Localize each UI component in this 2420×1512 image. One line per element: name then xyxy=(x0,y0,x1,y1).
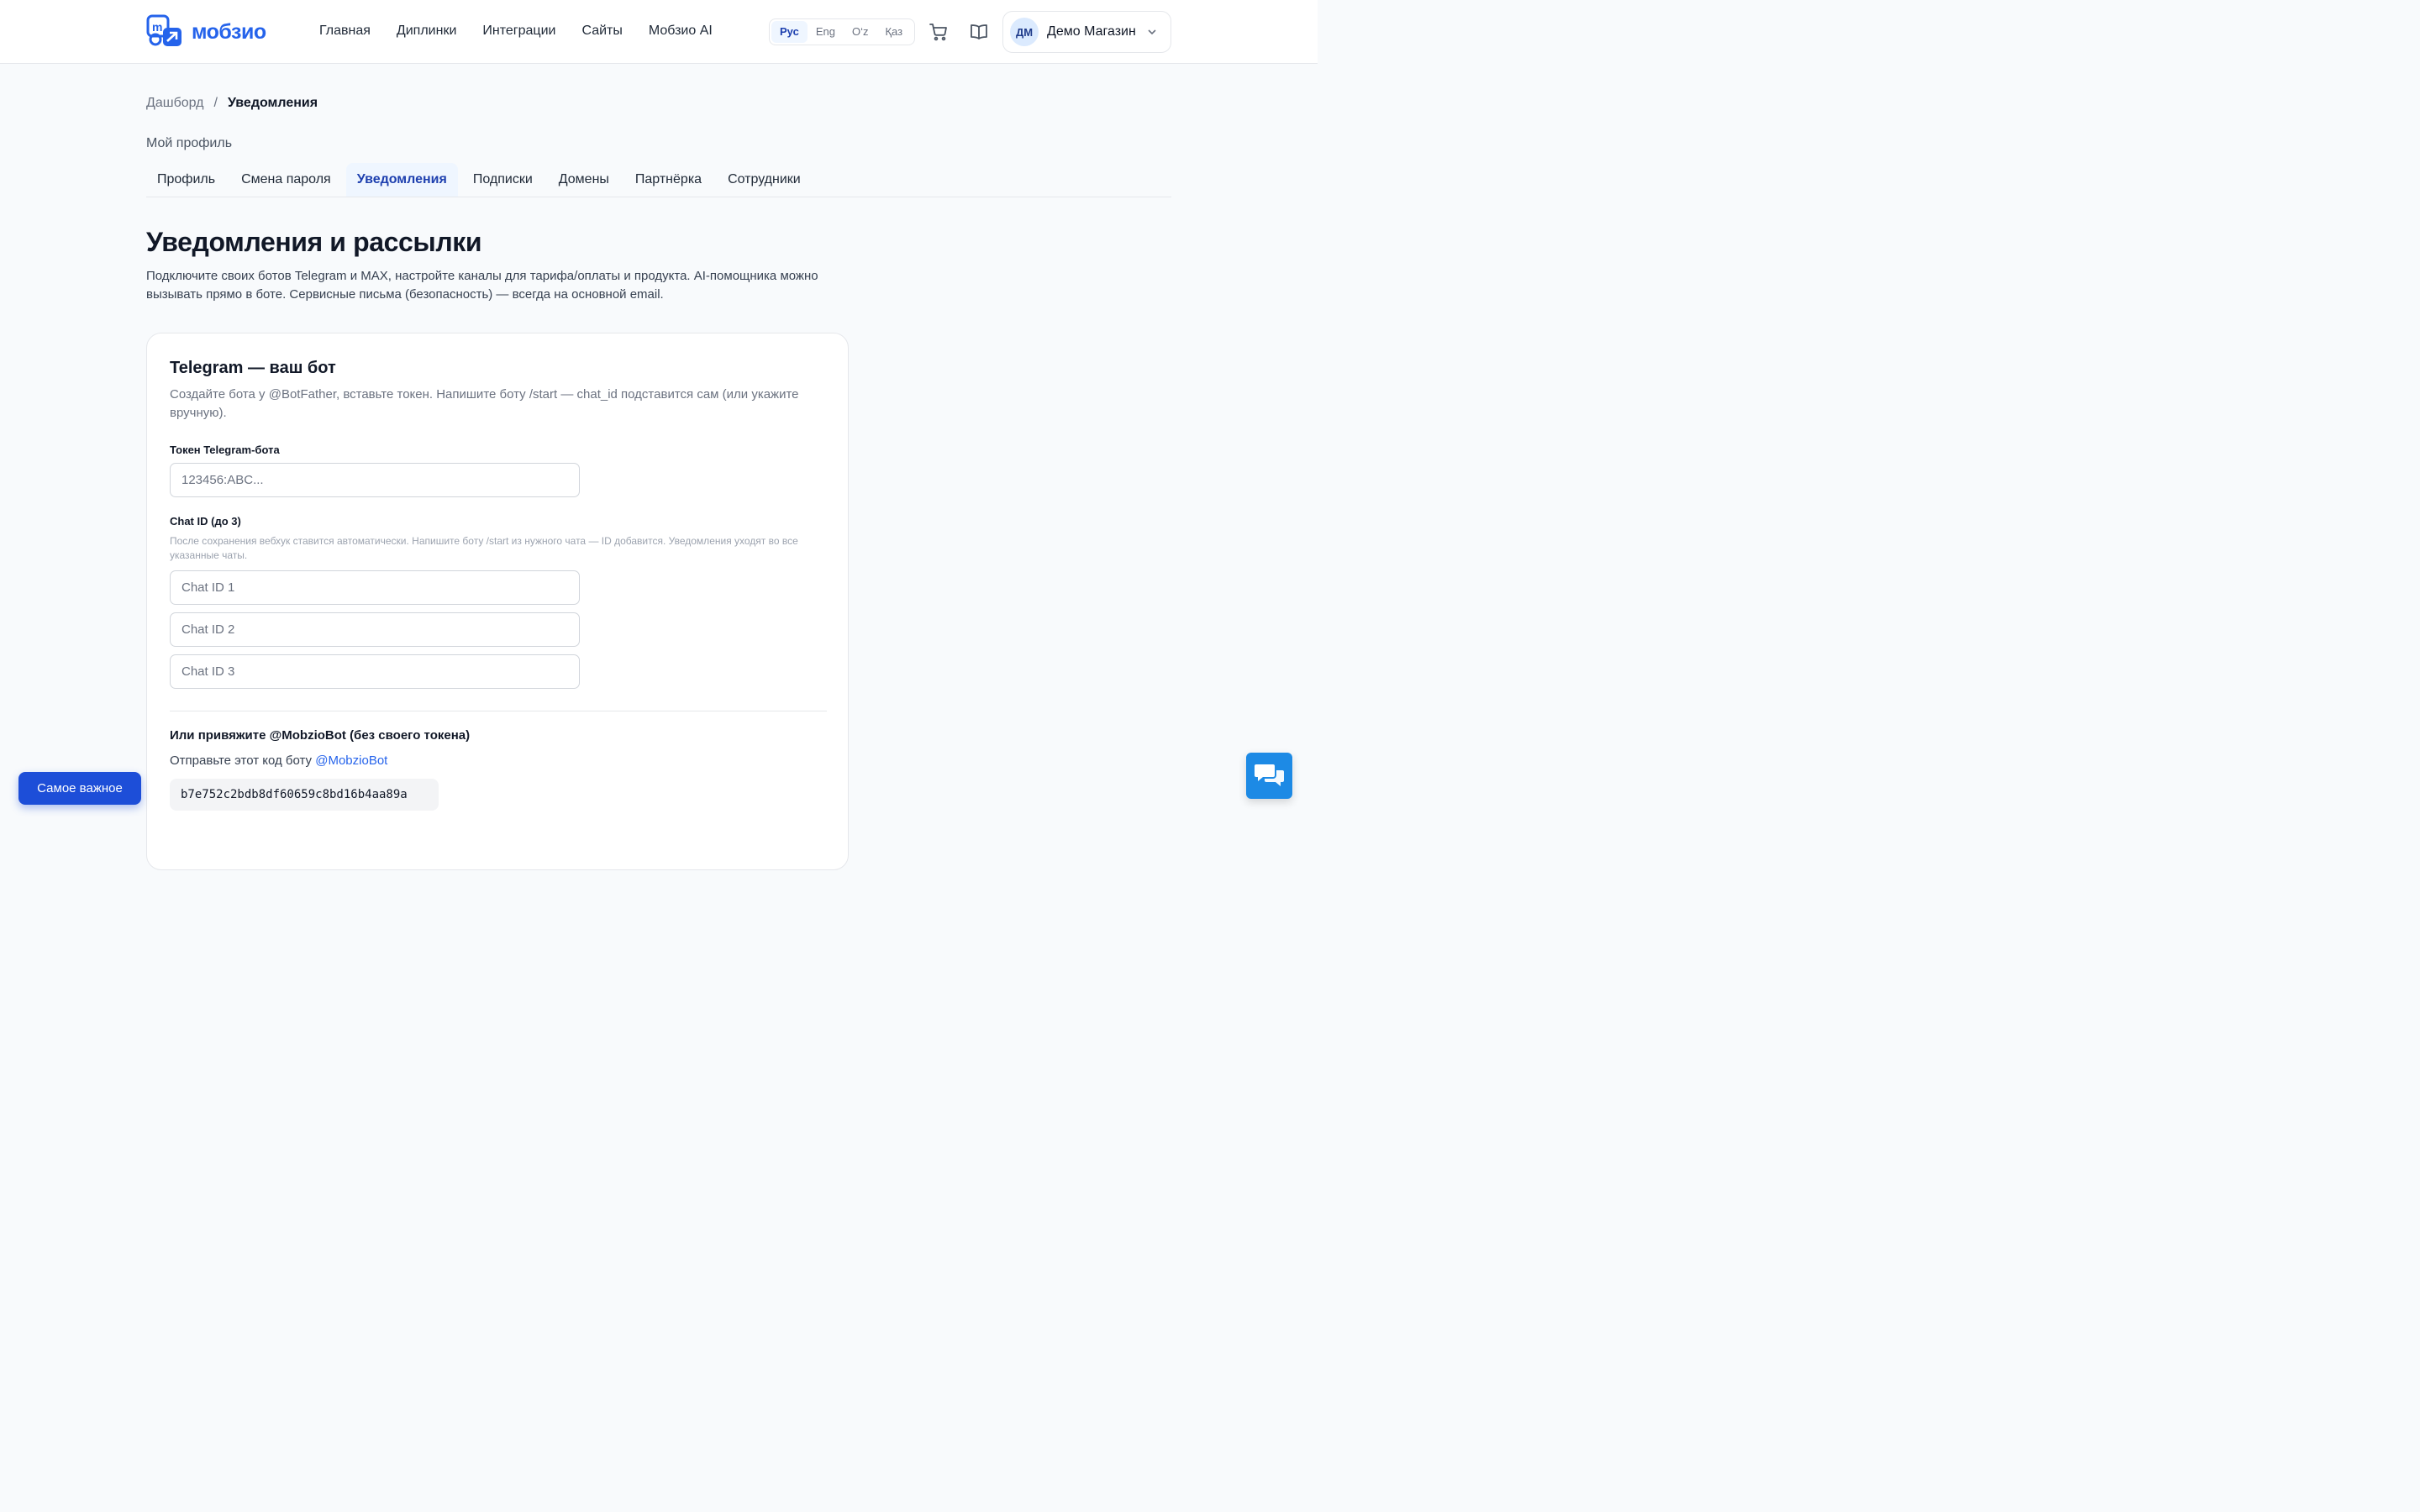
logo[interactable]: m мобзио xyxy=(146,14,266,50)
svg-text:m: m xyxy=(152,20,162,34)
breadcrumb: Дашборд / Уведомления xyxy=(146,96,318,111)
avatar: ДМ xyxy=(1010,18,1039,46)
chat-bubbles-icon[interactable] xyxy=(1246,753,1292,799)
card-description: Создайте бота у @BotFather, вставьте ток… xyxy=(170,387,799,420)
tab-notifications[interactable]: Уведомления xyxy=(345,163,458,197)
token-label: Токен Telegram-бота xyxy=(170,444,280,456)
chat-id-1-input[interactable] xyxy=(170,570,580,605)
tab-partner[interactable]: Партнёрка xyxy=(624,163,713,197)
breadcrumb-current: Уведомления xyxy=(227,96,318,110)
page-description: Подключите своих ботов Telegram и MAX, н… xyxy=(146,269,818,302)
telegram-card: Telegram — ваш бот Создайте бота у @BotF… xyxy=(146,333,849,870)
tab-password[interactable]: Смена пароля xyxy=(230,163,342,197)
logo-text: мобзио xyxy=(192,19,266,44)
chat-id-label: Chat ID (до 3) xyxy=(170,515,241,528)
card-title: Telegram — ваш бот xyxy=(170,359,336,377)
tab-domains[interactable]: Домены xyxy=(548,163,620,197)
tab-profile[interactable]: Профиль xyxy=(146,163,226,197)
profile-tabs: Профиль Смена пароля Уведомления Подписк… xyxy=(146,163,1171,197)
lang-uz[interactable]: O‘z xyxy=(844,21,877,43)
section-label: Мой профиль xyxy=(146,136,233,150)
important-button[interactable]: Самое важное xyxy=(18,772,141,805)
bind-bot-link[interactable]: @MobzioBot xyxy=(315,753,387,768)
bind-bot-text: Отправьте этот код боту @MobzioBot xyxy=(170,753,387,768)
lang-en[interactable]: Eng xyxy=(808,21,844,43)
account-name: Демо Магазин xyxy=(1047,24,1136,39)
bind-bot-instruction: Отправьте этот код боту xyxy=(170,753,313,768)
nav-integrations[interactable]: Интеграции xyxy=(482,24,555,39)
lang-ru[interactable]: Рус xyxy=(771,21,808,43)
nav-deeplinks[interactable]: Диплинки xyxy=(397,24,456,39)
book-icon[interactable] xyxy=(969,22,989,42)
lang-kz[interactable]: Қаз xyxy=(876,21,911,43)
tab-subscriptions[interactable]: Подписки xyxy=(462,163,544,197)
cart-icon[interactable] xyxy=(929,22,949,42)
logo-mark-icon: m xyxy=(146,14,185,50)
breadcrumb-separator: / xyxy=(213,96,218,110)
main-nav: Главная Диплинки Интеграции Сайты Мобзио… xyxy=(319,24,713,39)
chat-id-2-input[interactable] xyxy=(170,612,580,647)
account-menu[interactable]: ДМ Демо Магазин xyxy=(1002,11,1171,53)
nav-sites[interactable]: Сайты xyxy=(581,24,622,39)
top-bar: m мобзио Главная Диплинки Интеграции Сай… xyxy=(0,0,1318,64)
breadcrumb-dashboard[interactable]: Дашборд xyxy=(146,96,204,111)
chevron-down-icon xyxy=(1148,29,1156,35)
page-title: Уведомления и рассылки xyxy=(146,227,482,257)
nav-mobzio-ai[interactable]: Мобзио AI xyxy=(649,24,713,39)
chat-id-3-input[interactable] xyxy=(170,654,580,689)
tab-employees[interactable]: Сотрудники xyxy=(717,163,812,197)
chat-id-hint: После сохранения вебхук ставится автомат… xyxy=(170,535,798,561)
bind-code[interactable]: b7e752c2bdb8df60659c8bd16b4aa89a xyxy=(170,779,439,811)
token-input[interactable] xyxy=(170,463,580,497)
language-switcher: Рус Eng O‘z Қаз xyxy=(769,18,915,45)
nav-home[interactable]: Главная xyxy=(319,24,371,39)
bind-bot-title: Или привяжите @MobzioBot (без своего ток… xyxy=(170,728,471,743)
